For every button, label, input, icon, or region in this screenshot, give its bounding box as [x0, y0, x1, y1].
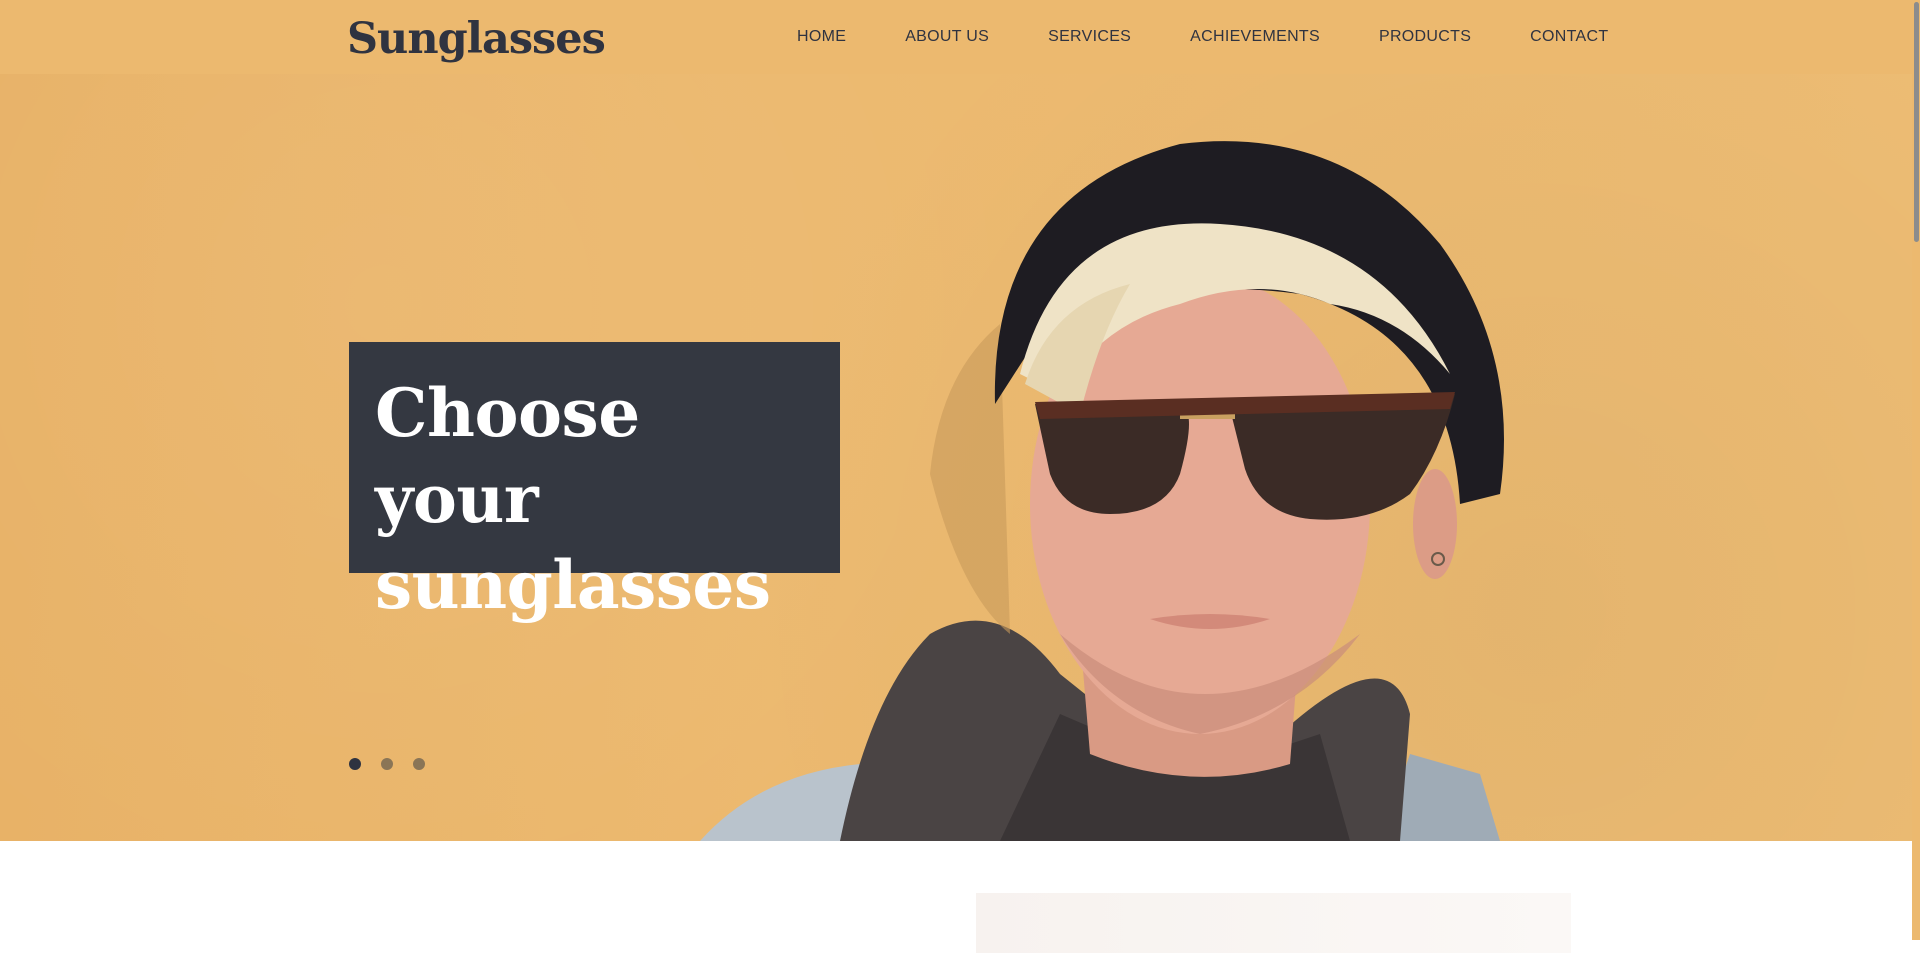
site-header: Sunglasses HOME ABOUT US SERVICES ACHIEV…: [0, 0, 1920, 74]
nav-products[interactable]: PRODUCTS: [1379, 28, 1471, 46]
hero-model-image: [700, 141, 1504, 841]
hero-slider: Choose your sunglasses: [0, 74, 1920, 841]
main-nav: HOME ABOUT US SERVICES ACHIEVEMENTS PROD…: [797, 0, 1608, 74]
nav-achievements[interactable]: ACHIEVEMENTS: [1190, 28, 1320, 46]
slider-dot-3[interactable]: [413, 758, 425, 770]
nav-home[interactable]: HOME: [797, 28, 846, 46]
hero-headline-box: Choose your sunglasses: [349, 342, 840, 624]
section-image: [976, 893, 1571, 953]
nav-services[interactable]: SERVICES: [1048, 28, 1131, 46]
content-section: [0, 841, 1920, 953]
nav-about-us[interactable]: ABOUT US: [905, 28, 989, 46]
hero-headline-line-1: Choose your: [375, 374, 640, 538]
nav-contact[interactable]: CONTACT: [1530, 28, 1608, 46]
site-logo[interactable]: Sunglasses: [347, 10, 606, 68]
hero-headline-line-2: sunglasses: [375, 546, 771, 624]
scrollbar-thumb[interactable]: [1914, 2, 1919, 242]
hero-headline: Choose your sunglasses: [375, 370, 814, 628]
slider-dot-2[interactable]: [381, 758, 393, 770]
page-scrollbar[interactable]: [1912, 0, 1920, 940]
slider-pagination: [349, 758, 445, 770]
slider-dot-1[interactable]: [349, 758, 361, 770]
